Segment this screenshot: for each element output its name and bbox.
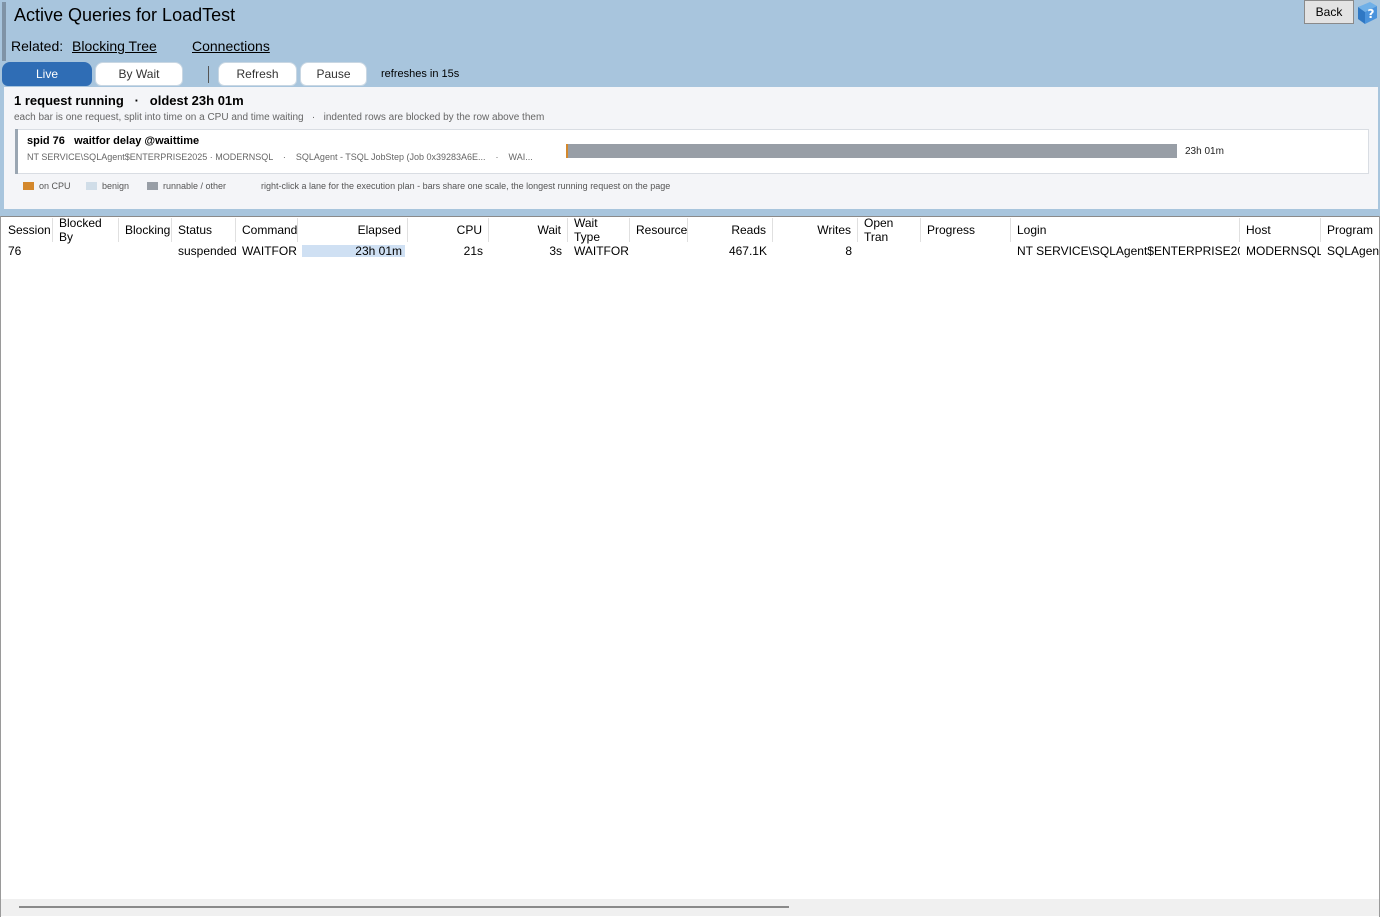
legend-label: on CPU xyxy=(39,181,71,191)
lane-accent xyxy=(15,129,18,174)
column-header-command[interactable]: Command xyxy=(236,218,298,242)
column-header-open-tran[interactable]: Open Tran xyxy=(858,216,921,244)
table-cell-session[interactable]: 76 xyxy=(2,243,53,259)
svg-text:?: ? xyxy=(1368,7,1375,21)
refresh-button[interactable]: Refresh xyxy=(218,62,297,86)
column-header-program[interactable]: Program xyxy=(1321,218,1379,242)
table-cell-wait-type[interactable]: WAITFOR xyxy=(568,243,630,259)
column-header-status[interactable]: Status xyxy=(172,218,236,242)
legend-label: runnable / other xyxy=(163,181,227,191)
legend-on-cpu: on CPU xyxy=(23,181,71,191)
table-cell-elapsed[interactable]: 23h 01m xyxy=(298,243,408,259)
table-cell-command[interactable]: WAITFOR xyxy=(236,243,298,259)
back-button[interactable]: Back xyxy=(1304,0,1354,24)
legend-label: benign xyxy=(102,181,130,191)
table-cell-writes[interactable]: 8 xyxy=(773,243,858,259)
column-header-login[interactable]: Login xyxy=(1011,218,1240,242)
title-accent-bar xyxy=(2,2,6,61)
table-cell-host[interactable]: MODERNSQL xyxy=(1240,243,1321,259)
legend-swatch-benign xyxy=(86,182,97,190)
column-header-writes[interactable]: Writes xyxy=(773,218,858,242)
table-cell-resource[interactable] xyxy=(630,243,688,259)
pause-button[interactable]: Pause xyxy=(300,62,367,86)
column-header-cpu[interactable]: CPU xyxy=(408,218,489,242)
legend-runnable: runnable / other xyxy=(147,181,226,191)
table-cell-status[interactable]: suspended xyxy=(172,243,236,259)
column-header-elapsed[interactable]: Elapsed xyxy=(298,218,408,242)
column-header-blocking[interactable]: Blocking xyxy=(119,218,172,242)
lane-title: spid 76 waitfor delay @waittime xyxy=(27,135,200,147)
help-book-icon[interactable]: ? xyxy=(1356,1,1378,25)
summary-hint: each bar is one request, split into time… xyxy=(14,112,545,123)
table-cell-cpu[interactable]: 21s xyxy=(408,243,489,259)
table-cell-program[interactable]: SQLAgent xyxy=(1321,243,1379,259)
related-link-blocking-tree[interactable]: Blocking Tree xyxy=(72,38,157,54)
column-header-reads[interactable]: Reads xyxy=(688,218,773,242)
tab-live[interactable]: Live xyxy=(2,62,92,86)
legend-swatch-runnable xyxy=(147,182,158,190)
table-cell-blocked-by[interactable] xyxy=(53,243,119,259)
legend-benign: benign xyxy=(86,181,129,191)
column-header-wait-type[interactable]: Wait Type xyxy=(568,216,630,244)
lane-duration-label: 23h 01m xyxy=(1185,146,1224,157)
related-label: Related: xyxy=(11,38,64,54)
column-header-resource[interactable]: Resource xyxy=(630,218,688,242)
lane-subtitle: NT SERVICE\SQLAgent$ENTERPRISE2025 · MOD… xyxy=(27,152,533,162)
column-header-blocked-by[interactable]: Blocked By xyxy=(53,216,119,244)
table-cell-open-tran[interactable] xyxy=(858,243,921,259)
table-cell-progress[interactable] xyxy=(921,243,1011,259)
tab-by-wait[interactable]: By Wait xyxy=(95,62,183,86)
legend-swatch-cpu xyxy=(23,182,34,190)
table-cell-wait[interactable]: 3s xyxy=(489,243,568,259)
refresh-countdown: refreshes in 15s xyxy=(381,68,460,80)
grid-border-top xyxy=(0,216,1380,217)
lane-bar-runnable-segment xyxy=(568,144,1177,158)
column-header-progress[interactable]: Progress xyxy=(921,218,1011,242)
column-header-session[interactable]: Session xyxy=(2,218,53,242)
column-header-wait[interactable]: Wait xyxy=(489,218,568,242)
table-cell-blocking[interactable] xyxy=(119,243,172,259)
legend-note: right-click a lane for the execution pla… xyxy=(261,181,671,191)
grid-border-left xyxy=(0,216,1,917)
table-cell-login[interactable]: NT SERVICE\SQLAgent$ENTERPRISE2025 xyxy=(1011,243,1240,259)
horizontal-scrollbar-thumb[interactable] xyxy=(19,906,789,908)
page-title: Active Queries for LoadTest xyxy=(14,5,236,25)
related-link-connections[interactable]: Connections xyxy=(192,38,270,54)
column-header-host[interactable]: Host xyxy=(1240,218,1321,242)
toolbar-separator xyxy=(208,66,209,83)
table-cell-reads[interactable]: 467.1K xyxy=(688,243,773,259)
summary-text: 1 request running · oldest 23h 01m xyxy=(14,93,244,108)
